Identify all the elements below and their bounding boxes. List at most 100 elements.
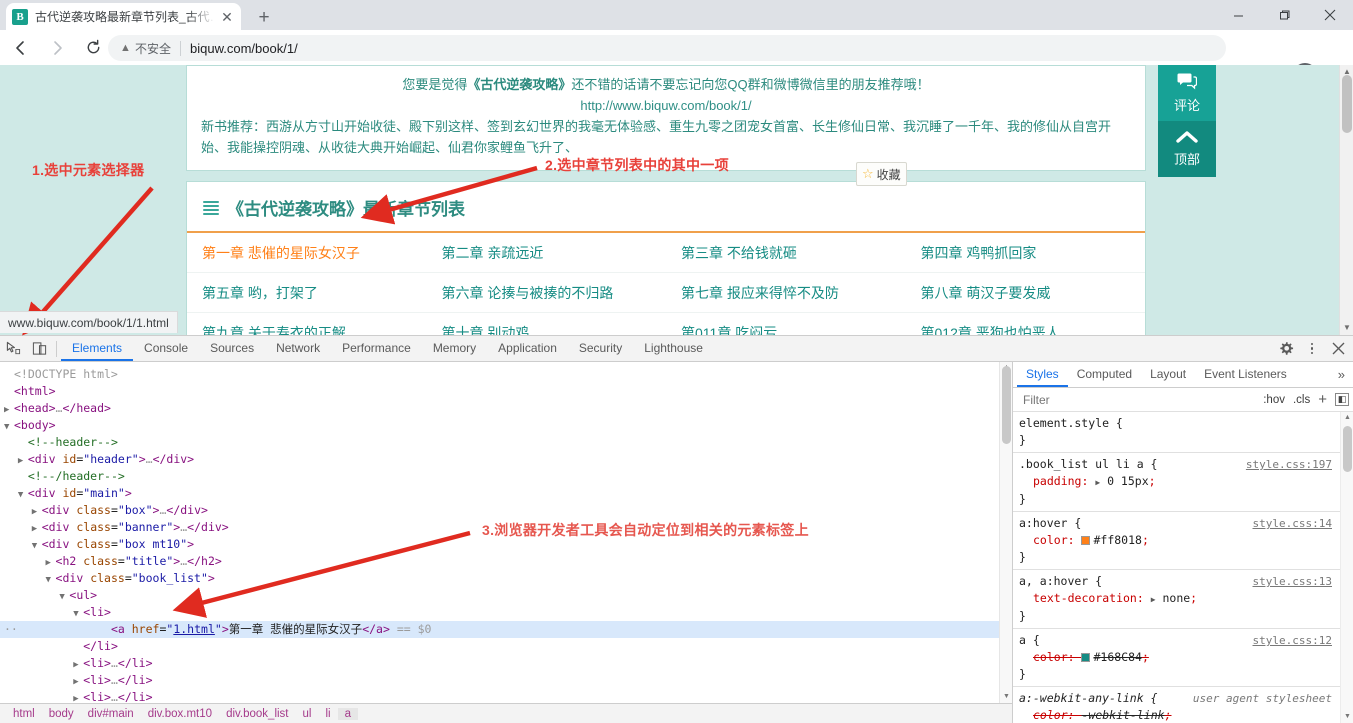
dom-node[interactable]: ▼ <ul>: [0, 587, 1012, 604]
dom-node[interactable]: ▶ <div id="header">…</div>: [0, 451, 1012, 468]
styles-tab-computed[interactable]: Computed: [1068, 362, 1141, 387]
chapter-list-item[interactable]: 第三章 不给钱就砸: [666, 233, 906, 273]
dom-node[interactable]: <html>: [0, 383, 1012, 400]
dom-node[interactable]: ▶ <head>…</head>: [0, 400, 1012, 417]
address-bar[interactable]: ▲ 不安全 biquw.com/book/1/: [108, 35, 1226, 61]
dom-node[interactable]: ▶ <h2 class="title">…</h2>: [0, 553, 1012, 570]
css-rule[interactable]: a, a:hover {style.css:13 text-decoration:…: [1013, 570, 1340, 629]
hov-toggle[interactable]: :hov: [1263, 394, 1285, 406]
chapter-list-item[interactable]: 第011章 吃闷亏: [666, 313, 906, 335]
device-toolbar-icon[interactable]: [26, 336, 52, 361]
cls-toggle[interactable]: .cls: [1293, 394, 1310, 406]
css-rule[interactable]: a {style.css:12 color: #168C84;}: [1013, 629, 1340, 687]
breadcrumb-item[interactable]: ul: [296, 708, 319, 720]
styles-tab-event-listeners[interactable]: Event Listeners: [1195, 362, 1296, 387]
close-icon[interactable]: [1307, 0, 1353, 30]
chapter-link[interactable]: 第十章 别动鸡: [427, 313, 667, 335]
close-devtools-icon[interactable]: [1325, 336, 1351, 361]
more-options-icon[interactable]: [1299, 336, 1325, 361]
chapter-link[interactable]: 第三章 不给钱就砸: [666, 233, 906, 272]
dom-node[interactable]: ▼ <div id="main">: [0, 485, 1012, 502]
breadcrumb-item[interactable]: li: [318, 708, 337, 720]
color-swatch[interactable]: [1081, 536, 1091, 545]
css-property[interactable]: color: #168C84;: [1019, 649, 1334, 666]
devtools-tab-sources[interactable]: Sources: [199, 336, 265, 361]
notice-url[interactable]: http://www.biquw.com/book/1/: [201, 95, 1131, 116]
styles-scroll-down-arrow[interactable]: ▼: [1341, 711, 1353, 723]
breadcrumb-item[interactable]: div#main: [81, 708, 141, 720]
chapter-list-item[interactable]: 第二章 亲疏远近: [426, 233, 667, 273]
dom-scroll-down-arrow[interactable]: ▼: [1000, 691, 1012, 703]
chapter-link[interactable]: 第五章 哟，打架了: [187, 273, 427, 312]
breadcrumb[interactable]: html body div#main div.box.mt10 div.book_lis…: [0, 703, 1012, 723]
dom-node[interactable]: <!--header-->: [0, 434, 1012, 451]
rec-list[interactable]: 西游从方寸山开始收徒、殿下别这样、签到玄幻世界的我毫无体验感、重生九零之团宠女首…: [201, 119, 1111, 155]
chapter-list-item[interactable]: 第六章 论揍与被揍的不归路: [426, 273, 667, 313]
styles-filter-input[interactable]: [1021, 391, 1256, 408]
chapter-link[interactable]: 第二章 亲疏远近: [427, 233, 667, 272]
color-swatch[interactable]: [1081, 653, 1091, 662]
styles-scrollbar[interactable]: ▲ ▼: [1340, 412, 1353, 723]
dom-node[interactable]: <!--/header-->: [0, 468, 1012, 485]
dom-node[interactable]: ▶ <li>…</li>: [0, 655, 1012, 672]
chapter-link[interactable]: 第六章 论揍与被揍的不归路: [427, 273, 667, 312]
inspect-element-icon[interactable]: [0, 336, 26, 361]
security-indicator[interactable]: ▲ 不安全: [120, 40, 171, 57]
chapter-link[interactable]: 第九章 关于寿衣的正解: [187, 313, 427, 335]
css-property[interactable]: color: -webkit-link;: [1019, 707, 1334, 723]
page-scrollbar[interactable]: ▲ ▼: [1339, 65, 1353, 335]
styles-rules-list[interactable]: element.style {} .book_list ul li a {styl…: [1013, 412, 1340, 723]
chapter-link[interactable]: 第011章 吃闷亏: [666, 313, 906, 335]
chapter-list-item[interactable]: 第四章 鸡鸭抓回家: [905, 233, 1146, 273]
dom-node[interactable]: ▶ <li>…</li>: [0, 672, 1012, 689]
new-tab-button[interactable]: +: [252, 5, 276, 29]
devtools-tab-security[interactable]: Security: [568, 336, 633, 361]
dom-node[interactable]: ▼ <body>: [0, 417, 1012, 434]
breadcrumb-item[interactable]: div.book_list: [219, 708, 295, 720]
dock-side-icon[interactable]: ◧: [1335, 393, 1349, 406]
comments-button[interactable]: 评论: [1158, 65, 1216, 121]
css-rule[interactable]: element.style {}: [1013, 412, 1340, 453]
css-source-link[interactable]: style.css:14: [1253, 515, 1332, 532]
css-property[interactable]: padding: ▶ 0 15px;: [1019, 473, 1334, 491]
chapter-list-item[interactable]: 第一章 悲催的星际女汉子: [187, 233, 427, 273]
css-property[interactable]: color: #ff8018;: [1019, 532, 1334, 549]
reload-icon[interactable]: [78, 33, 108, 63]
css-rule[interactable]: .book_list ul li a {style.css:197 padding…: [1013, 453, 1340, 512]
forward-icon[interactable]: [42, 33, 72, 63]
breadcrumb-item[interactable]: html: [6, 708, 42, 720]
browser-tab[interactable]: B 古代逆袭攻略最新章节列表_古代… ✕: [6, 3, 241, 30]
devtools-tab-lighthouse[interactable]: Lighthouse: [633, 336, 714, 361]
dom-node[interactable]: ▼ <li>: [0, 604, 1012, 621]
css-source-link[interactable]: user agent stylesheet: [1193, 690, 1332, 707]
styles-tab-layout[interactable]: Layout: [1141, 362, 1195, 387]
maximize-icon[interactable]: [1261, 0, 1307, 30]
css-property[interactable]: text-decoration: ▶ none;: [1019, 590, 1334, 608]
breadcrumb-item[interactable]: a: [337, 707, 358, 720]
settings-gear-icon[interactable]: [1273, 336, 1299, 361]
back-to-top-button[interactable]: 顶部: [1158, 121, 1216, 177]
chapter-list-item[interactable]: 第八章 萌汉子要发威: [905, 273, 1146, 313]
breadcrumb-item[interactable]: body: [42, 708, 81, 720]
new-style-rule-button[interactable]: +: [1318, 392, 1327, 407]
styles-scrollbar-thumb[interactable]: [1343, 426, 1352, 472]
scroll-down-arrow[interactable]: ▼: [1340, 321, 1353, 335]
devtools-tab-performance[interactable]: Performance: [331, 336, 422, 361]
dom-node-selected[interactable]: ·· <a href="1.html">第一章 悲催的星际女汉子</a> == …: [0, 621, 1012, 638]
chapter-list-item[interactable]: 第012章 恶狗也怕恶人: [906, 313, 1146, 335]
css-rule[interactable]: a:hover {style.css:14 color: #ff8018;}: [1013, 512, 1340, 570]
chapter-list-item[interactable]: 第七章 报应来得悴不及防: [666, 273, 906, 313]
back-icon[interactable]: [6, 33, 36, 63]
styles-more-tabs-icon[interactable]: »: [1338, 367, 1353, 382]
minimize-icon[interactable]: [1215, 0, 1261, 30]
devtools-tab-application[interactable]: Application: [487, 336, 568, 361]
chapter-link[interactable]: 第八章 萌汉子要发威: [906, 273, 1146, 312]
dom-tree-scrollbar[interactable]: ▲ ▼: [999, 362, 1012, 723]
css-source-link[interactable]: style.css:13: [1253, 573, 1332, 590]
chapter-link[interactable]: 第七章 报应来得悴不及防: [666, 273, 906, 312]
chapter-link[interactable]: 第四章 鸡鸭抓回家: [906, 233, 1146, 272]
dom-node[interactable]: ▼ <div class="book_list">: [0, 570, 1012, 587]
chapter-link[interactable]: 第012章 恶狗也怕恶人: [906, 313, 1146, 335]
dom-node[interactable]: <!DOCTYPE html>: [0, 366, 1012, 383]
page-scrollbar-thumb[interactable]: [1342, 75, 1352, 133]
